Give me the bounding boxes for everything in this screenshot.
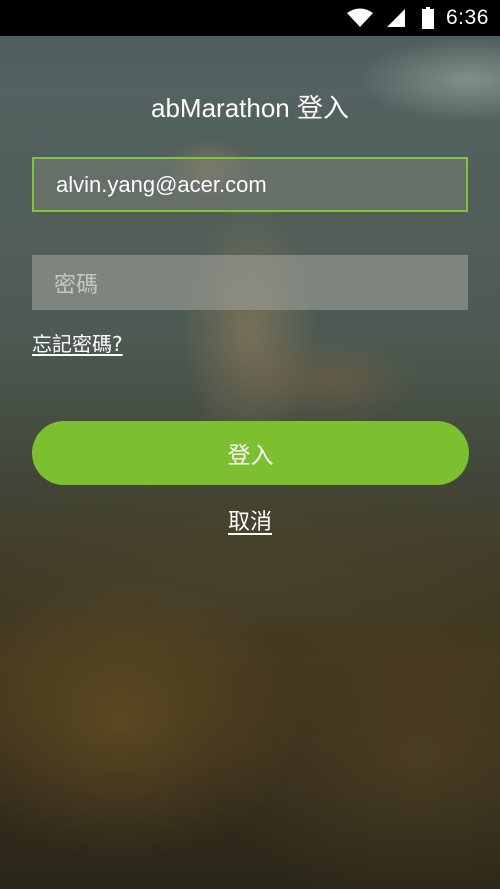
- wifi-icon: [347, 8, 373, 27]
- login-button-label: 登入: [227, 443, 274, 469]
- password-field[interactable]: 密碼: [32, 255, 468, 310]
- email-value: alvin.yang@acer.com: [56, 171, 267, 197]
- page-title: abMarathon 登入: [151, 93, 349, 123]
- battery-icon: [422, 7, 434, 29]
- login-button[interactable]: 登入: [32, 421, 469, 485]
- email-field[interactable]: alvin.yang@acer.com: [32, 157, 468, 212]
- password-placeholder: 密碼: [54, 271, 99, 297]
- status-time: 6:36: [446, 6, 489, 29]
- status-bar: 6:36: [0, 0, 500, 36]
- cell-signal-icon: [387, 9, 405, 27]
- forgot-password-link[interactable]: 忘記密碼?: [32, 328, 123, 357]
- login-screen: 6:36 abMarathon 登入 alvin.yang@acer.com 密…: [0, 0, 500, 889]
- cancel-link[interactable]: 取消: [228, 510, 272, 535]
- cancel-link-row: 取消: [0, 504, 500, 536]
